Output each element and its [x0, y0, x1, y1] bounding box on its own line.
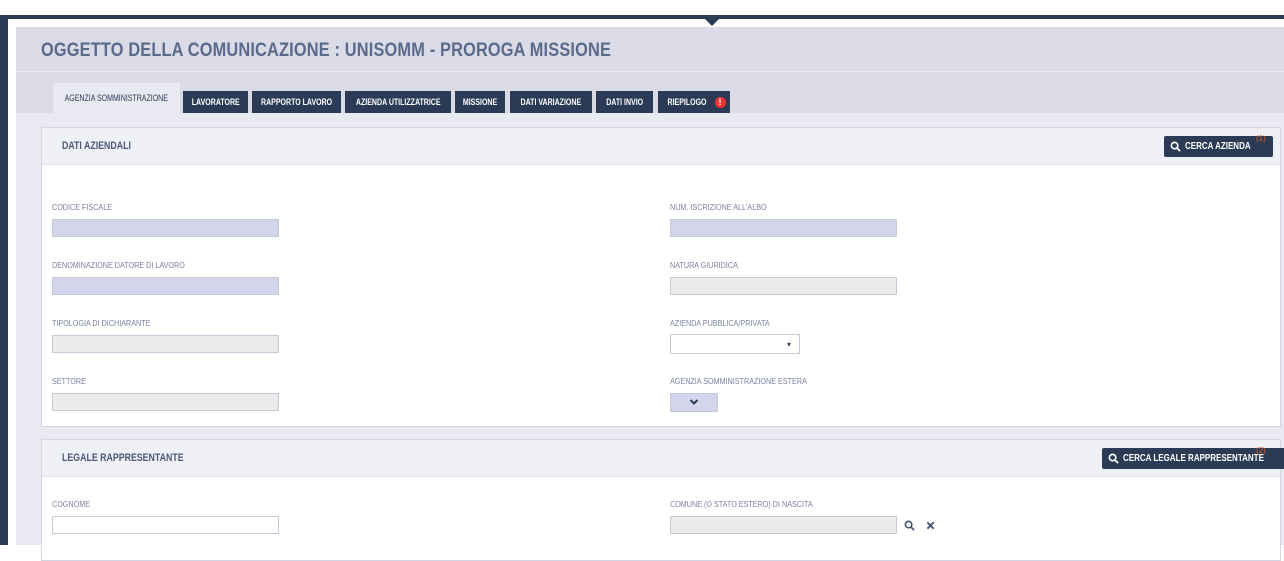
- tab-rapporto-lavoro[interactable]: RAPPORTO LAVORO: [252, 91, 341, 113]
- close-icon: [926, 521, 934, 529]
- chevron-down-icon: [689, 399, 699, 405]
- page-title: OGGETTO DELLA COMUNICAZIONE : UNISOMM - …: [41, 40, 612, 61]
- legale-rappresentante-card: LEGALE RAPPRESENTANTE CERCA LEGALE RAPPR…: [41, 439, 1284, 561]
- tab-lavoratore[interactable]: LAVORATORE: [183, 91, 248, 113]
- comune-nascita-label: COMUNE (O STATO ESTERO) DI NASCITA: [670, 500, 813, 509]
- num-iscrizione-label: NUM. ISCRIZIONE ALL'ALBO: [670, 203, 767, 212]
- tab-label: DATI INVIO: [606, 97, 643, 107]
- tab-label: LAVORATORE: [191, 97, 240, 107]
- pubblica-privata-select[interactable]: ▾: [670, 334, 800, 354]
- tab-riepilogo[interactable]: RIEPILOGO !: [658, 91, 730, 113]
- comune-nascita-field: [670, 516, 897, 534]
- tipologia-label: TIPOLOGIA DI DICHIARANTE: [52, 319, 151, 328]
- section-title: LEGALE RAPPRESENTANTE: [62, 452, 184, 464]
- cognome-field[interactable]: [52, 516, 279, 534]
- clear-comune-button[interactable]: [921, 516, 939, 534]
- title-divider: [16, 71, 1284, 72]
- search-icon: [904, 520, 915, 531]
- search-icon: [1108, 453, 1119, 464]
- footnote-marker: (2): [1256, 446, 1266, 455]
- button-label: CERCA AZIENDA: [1185, 141, 1251, 152]
- natura-giuridica-label: NATURA GIURIDICA: [670, 261, 738, 270]
- top-bar: [0, 0, 1284, 27]
- caret-down-icon: ▾: [786, 340, 791, 349]
- alert-icon: !: [714, 96, 726, 108]
- section-title: DATI AZIENDALI: [62, 140, 131, 152]
- tab-label: RAPPORTO LAVORO: [260, 97, 333, 107]
- search-icon: [1170, 141, 1181, 152]
- dati-aziendali-card: DATI AZIENDALI CERCA AZIENDA (1) CODICE …: [41, 127, 1281, 427]
- footnote-marker: (1): [1256, 134, 1266, 143]
- settore-field: [52, 393, 279, 411]
- codice-fiscale-label: CODICE FISCALE: [52, 203, 113, 212]
- left-accent-bar: [0, 15, 8, 545]
- top-accent-line: [0, 15, 1284, 19]
- denominazione-label: DENOMINAZIONE DATORE DI LAVORO: [52, 261, 185, 270]
- cognome-label: COGNOME: [52, 500, 91, 509]
- tab-agenzia-somministrazione[interactable]: AGENZIA SOMMINISTRAZIONE: [53, 83, 180, 113]
- agenzia-estera-label: AGENZIA SOMMINISTRAZIONE ESTERA: [670, 377, 807, 386]
- tab-label: DATI VARIAZIONE: [520, 97, 582, 107]
- pubblica-privata-label: AZIENDA PUBBLICA/PRIVATA: [670, 319, 770, 328]
- communication-panel: OGGETTO DELLA COMUNICAZIONE : UNISOMM - …: [16, 27, 1284, 561]
- menu-pointer-notch: [705, 19, 719, 26]
- tab-label: AGENZIA SOMMINISTRAZIONE: [64, 93, 169, 103]
- codice-fiscale-field[interactable]: [52, 219, 279, 237]
- tipologia-field: [52, 335, 279, 353]
- agenzia-estera-select[interactable]: [670, 393, 718, 412]
- tab-label: AZIENDA UTILIZZATRICE: [355, 97, 441, 107]
- denominazione-field[interactable]: [52, 277, 279, 295]
- legale-rappresentante-header: LEGALE RAPPRESENTANTE CERCA LEGALE RAPPR…: [42, 440, 1284, 477]
- tab-azienda-utilizzatrice[interactable]: AZIENDA UTILIZZATRICE: [345, 91, 451, 113]
- num-iscrizione-field[interactable]: [670, 219, 897, 237]
- button-label: CERCA LEGALE RAPPRESENTANTE: [1123, 453, 1264, 464]
- natura-giuridica-field: [670, 277, 897, 295]
- tab-dati-variazione[interactable]: DATI VARIAZIONE: [510, 91, 592, 113]
- dati-aziendali-header: DATI AZIENDALI CERCA AZIENDA (1): [42, 128, 1280, 165]
- tab-label: MISSIONE: [462, 97, 498, 107]
- tab-label: RIEPILOGO: [667, 97, 707, 107]
- search-comune-button[interactable]: [900, 516, 918, 534]
- tab-dati-invio[interactable]: DATI INVIO: [596, 91, 653, 113]
- settore-label: SETTORE: [52, 377, 86, 386]
- app-frame: OGGETTO DELLA COMUNICAZIONE : UNISOMM - …: [0, 0, 1284, 561]
- tab-missione[interactable]: MISSIONE: [455, 91, 505, 113]
- tab-content: DATI AZIENDALI CERCA AZIENDA (1) CODICE …: [16, 113, 1284, 561]
